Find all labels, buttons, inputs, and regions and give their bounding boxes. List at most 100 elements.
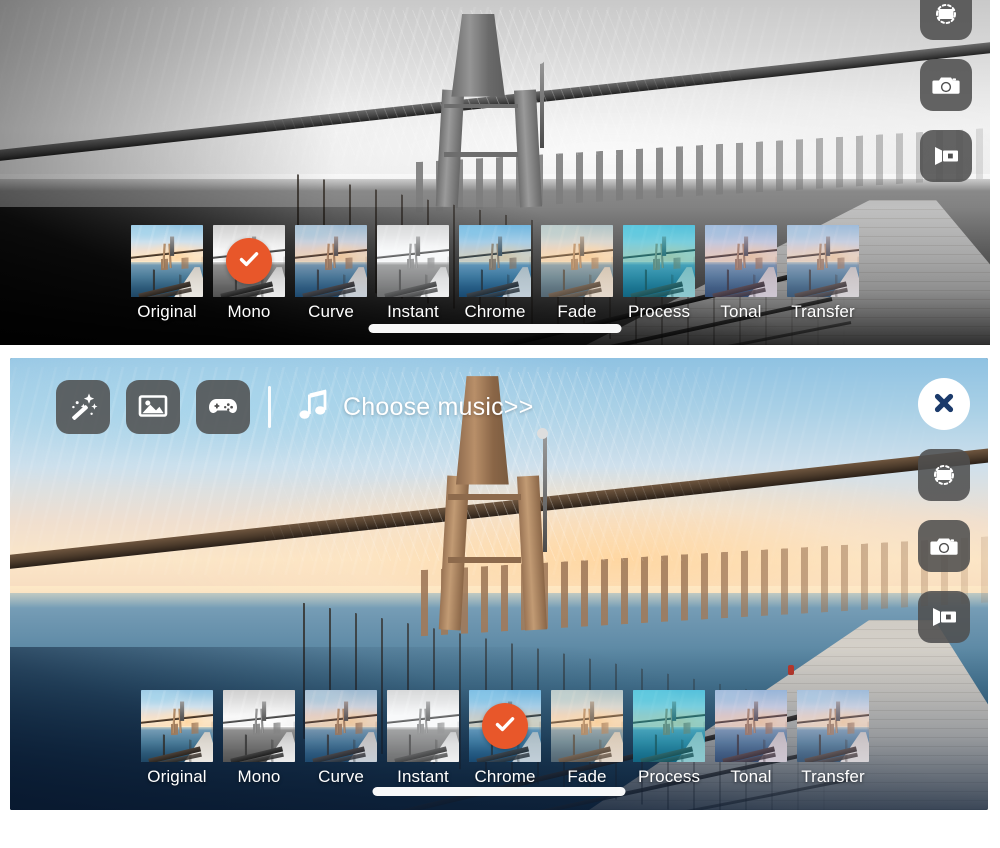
games-button[interactable] [196,380,250,434]
filter-item-chrome[interactable]: Chrome [469,690,541,787]
filter-item-chrome[interactable]: Chrome [459,225,531,322]
filter-item-process[interactable]: Process [623,225,695,322]
filter-item-process[interactable]: Process [633,690,705,787]
filter-label: Instant [397,767,449,786]
filter-item-mono[interactable]: Mono [223,690,295,787]
photos-button[interactable] [126,380,180,434]
close-icon [929,388,959,421]
filter-thumbnail[interactable] [715,690,787,762]
filter-item-instant[interactable]: Instant [387,690,459,787]
filter-label: Original [137,302,197,321]
filter-thumbnail[interactable] [387,690,459,762]
filter-label: Chrome [474,767,536,786]
filter-item-instant[interactable]: Instant [377,225,449,322]
filter-thumbnail[interactable] [295,225,367,297]
capture-photo-button[interactable] [920,59,972,111]
filter-thumbnail[interactable] [541,225,613,297]
magic-wand-icon [66,389,100,426]
preview-panel-top: Original Mono Curve Instant Chrome Fade … [0,0,990,345]
filter-label: Transfer [791,302,855,321]
pylon-crossbeam-upper [448,493,522,500]
filter-thumbnail[interactable] [551,690,623,762]
check-icon [491,710,519,743]
preview-panel-bottom: Choose music>> Original Mono Curve Insta… [10,358,988,810]
filter-thumbnail[interactable] [223,690,295,762]
filter-strip-bottom[interactable]: Original Mono Curve Instant Chrome Fade … [10,690,988,787]
pylon-crossbeam-lower [448,556,522,564]
filter-item-tonal[interactable]: Tonal [715,690,787,787]
filter-item-fade[interactable]: Fade [551,690,623,787]
thumbnail-photo [377,225,449,297]
filter-thumbnail[interactable] [377,225,449,297]
filter-item-curve[interactable]: Curve [295,225,367,322]
choose-music-button[interactable]: Choose music>> [293,383,533,432]
filter-label: Instant [387,302,439,321]
filter-item-fade[interactable]: Fade [541,225,613,322]
filter-thumbnail[interactable] [141,690,213,762]
filter-label: Process [637,767,701,786]
thumbnail-photo [551,690,623,762]
filter-thumbnail[interactable] [705,225,777,297]
filter-item-transfer[interactable]: Transfer [787,225,859,322]
rotate-frame-icon [931,0,961,29]
side-toolbar-top [920,0,972,182]
pylon-crossbeam-upper [443,103,518,109]
video-camera-icon [930,140,962,172]
filter-thumbnail[interactable] [623,225,695,297]
toolbar-divider [268,386,271,428]
filter-item-original[interactable]: Original [131,225,203,322]
filter-item-mono[interactable]: Mono [213,225,285,322]
filter-label: Tonal [720,302,762,321]
side-toolbar-bottom [918,378,970,643]
thumbnail-photo [131,225,203,297]
rotate-frame-button[interactable] [920,0,972,40]
filter-label: Curve [308,302,354,321]
image-icon [136,389,170,426]
record-video-button[interactable] [918,591,970,643]
capture-photo-button[interactable] [918,520,970,572]
filter-thumbnail[interactable] [797,690,869,762]
filter-thumbnail[interactable] [213,225,285,297]
filter-label: Curve [318,767,364,786]
lamp-post [543,434,547,553]
thumbnail-photo [623,225,695,297]
filter-item-curve[interactable]: Curve [305,690,377,787]
thumbnail-photo [305,690,377,762]
filter-thumbnail[interactable] [787,225,859,297]
selected-check-badge [226,238,272,284]
effects-button[interactable] [56,380,110,434]
filter-label: Transfer [801,767,865,786]
record-video-button[interactable] [920,130,972,182]
filter-item-original[interactable]: Original [141,690,213,787]
filter-thumbnail[interactable] [469,690,541,762]
close-button[interactable] [918,378,970,430]
filter-label: Mono [227,302,271,321]
filter-label: Chrome [464,302,526,321]
filter-item-transfer[interactable]: Transfer [797,690,869,787]
thumbnail-photo [787,225,859,297]
filter-strip-top[interactable]: Original Mono Curve Instant Chrome Fade … [0,225,990,322]
thumbnail-photo [141,690,213,762]
filter-label: Mono [237,767,281,786]
rotate-frame-button[interactable] [918,449,970,501]
filter-label: Fade [567,767,607,786]
video-camera-icon [928,601,960,633]
thumbnail-photo [459,225,531,297]
check-icon [235,245,263,278]
filter-thumbnail[interactable] [305,690,377,762]
filter-item-tonal[interactable]: Tonal [705,225,777,322]
thumbnail-photo [797,690,869,762]
camera-icon [930,69,962,101]
rotate-frame-icon [929,460,959,490]
thumbnail-photo [541,225,613,297]
filter-label: Process [627,302,691,321]
thumbnail-photo [223,690,295,762]
selected-check-badge [482,703,528,749]
thumbnail-photo [715,690,787,762]
filter-thumbnail[interactable] [459,225,531,297]
choose-music-label: Choose music>> [343,392,534,421]
pylon-crossbeam-lower [443,151,518,157]
filter-thumbnail[interactable] [131,225,203,297]
filter-thumbnail[interactable] [633,690,705,762]
thumbnail-photo [295,225,367,297]
